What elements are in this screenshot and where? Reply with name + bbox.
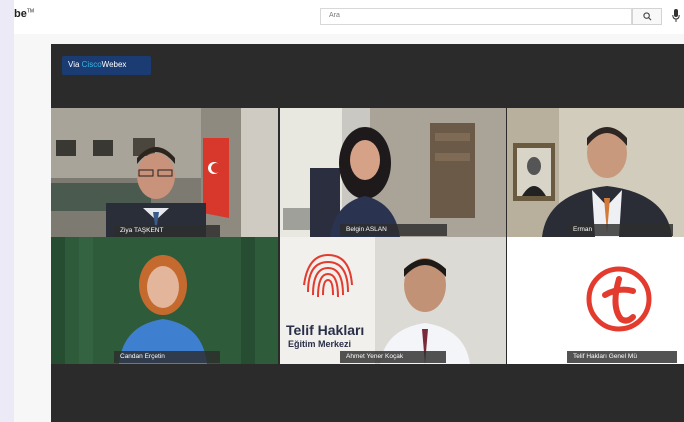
- participant-tile-5: Telif Hakları Eğitim Merkezi Ahmet Yener…: [280, 237, 506, 364]
- search-button[interactable]: [632, 8, 662, 25]
- participant-name-tag: Ahmet Yener Koçak: [340, 351, 446, 363]
- participant-3-scene: [507, 108, 684, 237]
- search-box[interactable]: Ara: [320, 8, 632, 25]
- participant-name-tag: Erman: [567, 224, 673, 236]
- webex-badge: Via CiscoWebex: [62, 56, 151, 75]
- participant-tile-3: Erman: [507, 108, 684, 237]
- search-icon: [643, 12, 652, 21]
- participant-name-tag: Ziya TAŞKENT: [114, 225, 220, 237]
- webex-brand: Webex: [101, 60, 127, 69]
- participant-tile-6: Telif Hakları Genel Mü: [507, 237, 684, 364]
- participant-4-scene: [51, 237, 278, 364]
- search-input[interactable]: Ara: [329, 12, 340, 19]
- logo-tm: TM: [26, 8, 35, 15]
- participant-tile-2: Belgin ASLAN: [280, 108, 506, 237]
- participant-name-tag: Belgin ASLAN: [340, 224, 447, 236]
- tile-logo-line2: Eğitim Merkezi: [288, 339, 351, 349]
- participant-tile-4: Candan Erçetin: [51, 237, 278, 364]
- participant-5-scene: Telif Hakları Eğitim Merkezi: [280, 237, 506, 364]
- webex-badge-text: Via CiscoWebex: [68, 60, 126, 69]
- youtube-logo[interactable]: beTM: [14, 8, 34, 20]
- tile-logo-line1: Telif Hakları: [286, 322, 364, 338]
- participant-tile-1: Ziya TAŞKENT: [51, 108, 278, 237]
- logo-text: be: [14, 8, 27, 20]
- participant-name-tag: Telif Hakları Genel Mü: [567, 351, 677, 363]
- participant-1-scene: [51, 108, 278, 237]
- participant-2-scene: [280, 108, 506, 237]
- microphone-icon[interactable]: [672, 9, 680, 22]
- webex-cisco: Cisco: [81, 60, 102, 69]
- participant-6-scene: [507, 237, 684, 364]
- webex-prefix: Via: [68, 60, 82, 69]
- participant-name-tag: Candan Erçetin: [114, 351, 220, 363]
